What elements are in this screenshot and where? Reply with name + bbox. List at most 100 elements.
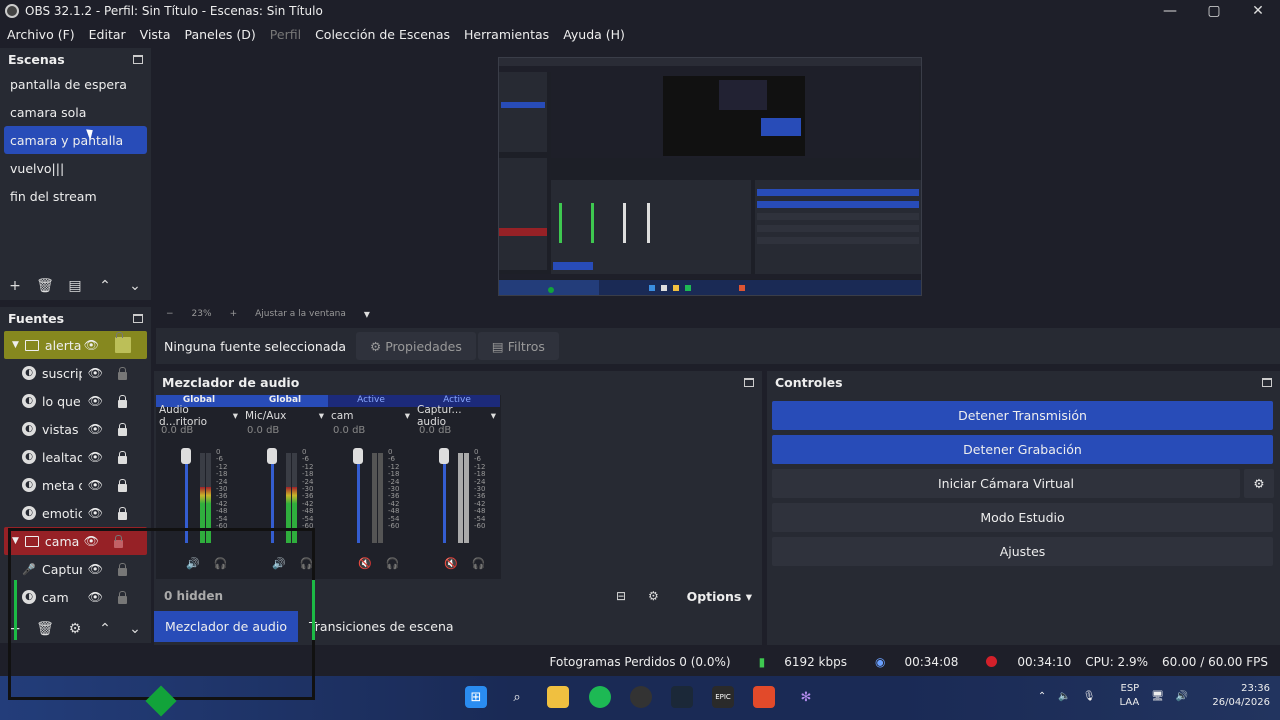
preview-area[interactable] (156, 48, 1280, 304)
lock-icon[interactable] (115, 332, 131, 353)
menu-paneles[interactable]: Paneles (D) (185, 27, 256, 42)
add-scene-icon[interactable]: + (0, 278, 30, 294)
microphone-icon[interactable]: 🎙 (1083, 691, 1096, 702)
source-group[interactable]: ▼ alerta 👁 (4, 331, 147, 359)
layout-icon[interactable]: ⊟ (616, 589, 626, 603)
maximize-button[interactable]: ▢ (1192, 0, 1236, 22)
studio-mode-button[interactable]: Modo Estudio (772, 503, 1273, 532)
scene-item[interactable]: fin del stream (0, 182, 151, 210)
source-item[interactable]: ◐ suscrip 👁 (0, 359, 151, 387)
menu-herramientas[interactable]: Herramientas (464, 27, 549, 42)
undock-icon[interactable] (744, 377, 754, 387)
properties-button[interactable]: ⚙ Propiedades (356, 332, 476, 360)
tray-chevron-icon[interactable]: ⌃ (1038, 691, 1046, 702)
move-down-icon[interactable]: ⌄ (120, 278, 150, 294)
chevron-down-icon[interactable]: ▾ (491, 410, 496, 422)
start-virtual-camera-button[interactable]: Iniciar Cámara Virtual (772, 469, 1240, 498)
epic-games-icon[interactable]: EPIC (712, 686, 734, 708)
file-explorer-icon[interactable] (547, 686, 569, 708)
channel-name[interactable]: Audio d...ritorio ▾ (156, 404, 242, 428)
volume-slider-handle[interactable] (267, 448, 277, 464)
source-label: lo que q (42, 393, 82, 409)
scene-item[interactable]: pantalla de espera (0, 70, 151, 98)
scenes-dock-header: Escenas (0, 48, 151, 70)
headphones-icon[interactable]: 🎧 (472, 557, 486, 570)
undock-icon[interactable] (133, 54, 143, 64)
caret-down-icon[interactable]: ▼ (12, 340, 19, 350)
headphones-icon[interactable]: 🎧 (386, 557, 400, 570)
scene-item-selected[interactable]: camara y pantalla (4, 126, 147, 154)
clock[interactable]: 23:36 26/04/2026 (1200, 682, 1270, 710)
undock-icon[interactable] (133, 313, 143, 323)
steam-icon[interactable] (671, 686, 693, 708)
volume-slider-track[interactable] (357, 453, 360, 543)
channel-name[interactable]: Mic/Aux ▾ (242, 407, 328, 425)
channel-name[interactable]: Captur... audio ▾ (414, 404, 500, 428)
volume-slider-handle[interactable] (353, 448, 363, 464)
menu-coleccion-escenas[interactable]: Colección de Escenas (315, 27, 450, 42)
scene-filter-icon[interactable]: ▤ (60, 278, 90, 294)
zoom-in-button[interactable]: + (230, 309, 238, 319)
menu-ayuda[interactable]: Ayuda (H) (563, 27, 625, 42)
obs-taskbar-icon[interactable] (630, 686, 652, 708)
source-item[interactable]: ◐ vistas 👁 (0, 415, 151, 443)
menu-editar[interactable]: Editar (89, 27, 126, 42)
lock-icon[interactable] (118, 507, 127, 520)
remove-scene-icon[interactable]: 🗑 (30, 278, 60, 294)
undock-icon[interactable] (1262, 377, 1272, 387)
settings-button[interactable]: Ajustes (772, 537, 1273, 566)
source-item[interactable]: ◐ lo que q 👁 (0, 387, 151, 415)
muted-speaker-icon[interactable]: 🔇 (358, 557, 372, 570)
lock-icon[interactable] (118, 367, 127, 380)
volume-icon[interactable]: 🔈 (1058, 691, 1070, 702)
search-icon[interactable]: ⌕ (506, 686, 528, 708)
options-button[interactable]: Options ▾ (687, 589, 752, 604)
chevron-down-icon[interactable]: ▾ (364, 307, 370, 321)
language-indicator[interactable]: ESP LAA (1107, 682, 1139, 710)
advanced-audio-icon[interactable]: ⚙ (648, 589, 659, 603)
tab-scene-transitions[interactable]: Transiciones de escena (298, 611, 465, 642)
eye-icon[interactable]: 👁 (88, 506, 103, 520)
minimize-button[interactable]: — (1148, 0, 1192, 22)
move-up-icon[interactable]: ⌃ (90, 278, 120, 294)
chevron-down-icon[interactable]: ▾ (233, 410, 238, 422)
lock-icon[interactable] (118, 423, 127, 436)
source-item[interactable]: ◐ lealtad 👁 (0, 443, 151, 471)
network-icon[interactable]: 🖥 (1151, 691, 1164, 702)
muted-speaker-icon[interactable]: 🔇 (444, 557, 458, 570)
chevron-down-icon[interactable]: ▾ (319, 410, 324, 422)
eye-icon[interactable]: 👁 (84, 338, 99, 352)
windows-start-icon[interactable]: ⊞ (465, 686, 487, 708)
source-item[interactable]: ◐ emotic 👁 (0, 499, 151, 527)
stop-streaming-button[interactable]: Detener Transmisión (772, 401, 1273, 430)
eye-icon[interactable]: 👁 (88, 450, 103, 464)
snowflake-app-icon[interactable]: ✻ (795, 686, 817, 708)
zoom-out-button[interactable]: − (166, 309, 174, 319)
lock-icon[interactable] (118, 395, 127, 408)
channel-name[interactable]: cam ▾ (328, 407, 414, 425)
menu-vista[interactable]: Vista (140, 27, 171, 42)
eye-icon[interactable]: 👁 (88, 422, 103, 436)
eye-icon[interactable]: 👁 (88, 478, 103, 492)
spotify-icon[interactable] (589, 686, 611, 708)
gear-icon[interactable]: ⚙ (1244, 469, 1274, 498)
filters-button[interactable]: ▤ Filtros (477, 332, 559, 360)
source-item[interactable]: ◐ meta d 👁 (0, 471, 151, 499)
volume-slider-handle[interactable] (181, 448, 191, 464)
chevron-down-icon[interactable]: ▾ (405, 410, 410, 422)
scene-item[interactable]: vuelvo||| (0, 154, 151, 182)
eye-icon[interactable]: 👁 (88, 394, 103, 408)
menu-perfil[interactable]: Perfil (270, 27, 301, 42)
brave-icon[interactable] (753, 686, 775, 708)
lock-icon[interactable] (118, 451, 127, 464)
speaker-icon[interactable]: 🔊 (1176, 691, 1188, 702)
menu-archivo[interactable]: Archivo (F) (7, 27, 75, 42)
eye-icon[interactable]: 👁 (88, 366, 103, 380)
close-button[interactable]: ✕ (1236, 0, 1280, 22)
volume-slider-track[interactable] (443, 453, 446, 543)
fit-window-button[interactable]: Ajustar a la ventana (255, 309, 346, 319)
lock-icon[interactable] (118, 479, 127, 492)
volume-slider-handle[interactable] (439, 448, 449, 464)
scene-item[interactable]: camara sola (0, 98, 151, 126)
stop-recording-button[interactable]: Detener Grabación (772, 435, 1273, 464)
